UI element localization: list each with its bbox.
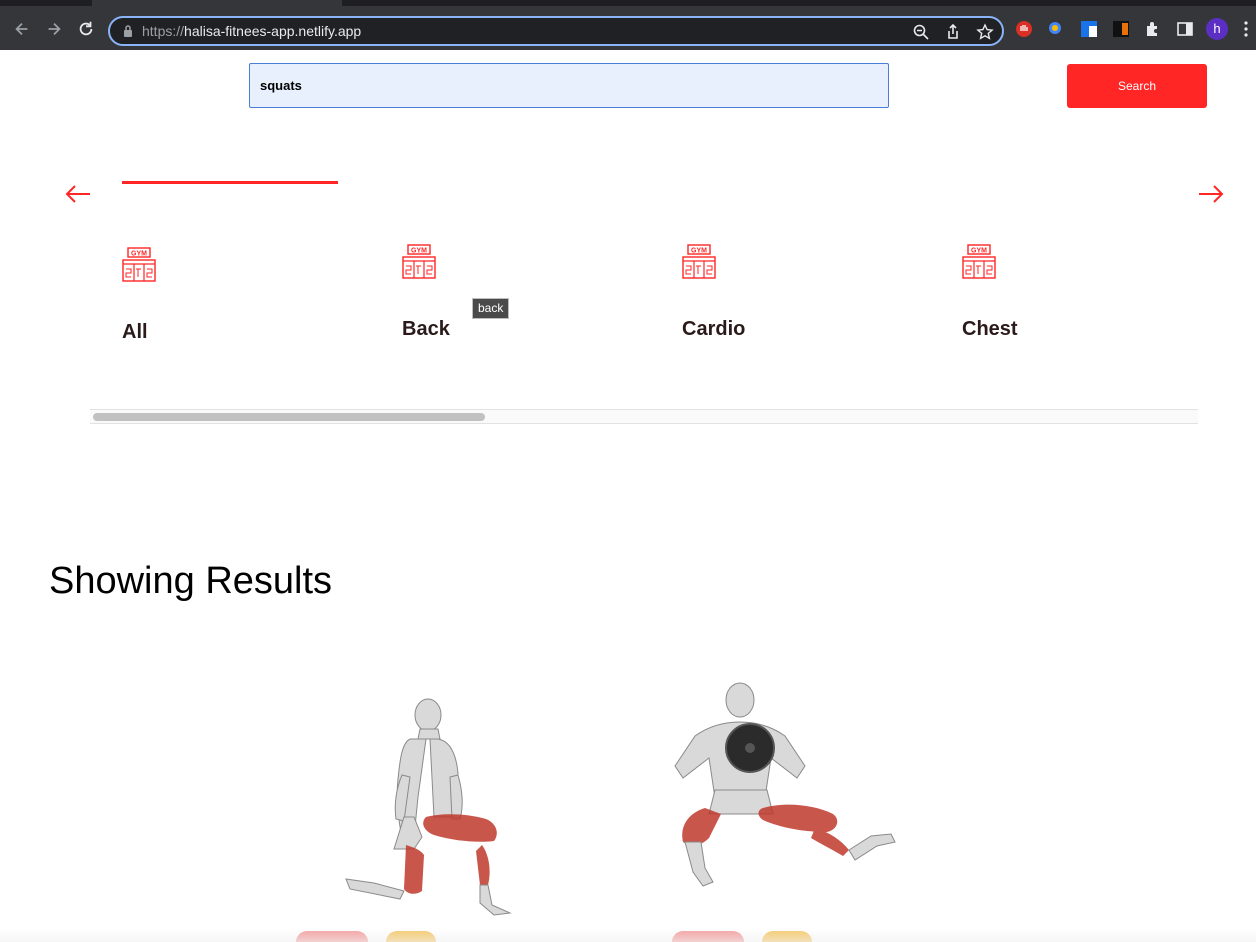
extension-lighthouse-icon[interactable] (1112, 20, 1130, 38)
extensions-puzzle-icon[interactable] (1144, 20, 1162, 38)
zoom-icon[interactable] (912, 23, 930, 41)
bottom-fade (0, 928, 1256, 942)
scroll-left-arrow-icon[interactable] (63, 180, 93, 208)
target-tag[interactable] (762, 931, 812, 942)
search-input[interactable] (249, 63, 889, 108)
category-label: Back (402, 318, 450, 340)
category-label: Chest (962, 318, 1018, 340)
browser-menu-icon[interactable] (1241, 20, 1251, 38)
reload-icon[interactable] (76, 19, 96, 39)
category-card-chest[interactable]: GYM Chest (962, 244, 1162, 354)
lock-icon (124, 25, 132, 37)
forward-icon[interactable] (44, 19, 64, 39)
scrollbar-thumb[interactable] (93, 413, 485, 421)
active-category-indicator (122, 181, 338, 184)
hover-tooltip: back (472, 298, 510, 319)
body-part-tag[interactable] (296, 931, 368, 942)
extension-translate-icon[interactable] (1080, 20, 1098, 38)
svg-text:GYM: GYM (131, 251, 147, 258)
gym-icon: GYM (962, 244, 996, 279)
category-label: Cardio (682, 318, 746, 340)
scroll-right-arrow-icon[interactable] (1196, 180, 1226, 208)
svg-text:GYM: GYM (971, 248, 987, 255)
side-panel-icon[interactable] (1176, 20, 1194, 38)
share-icon[interactable] (944, 23, 962, 41)
target-tag[interactable] (386, 931, 436, 942)
results-heading: Showing Results (49, 560, 333, 602)
exercise-image-kneeling-lunge[interactable] (340, 695, 520, 917)
category-label: All (122, 321, 148, 343)
back-icon[interactable] (12, 19, 32, 39)
category-card-all[interactable]: GYM All (122, 247, 322, 357)
profile-avatar[interactable]: h (1206, 18, 1228, 40)
url-text: https://halisa-fitnees-app.netlify.app (142, 23, 362, 39)
browser-toolbar: https://halisa-fitnees-app.netlify.app h (0, 6, 1256, 50)
category-card-cardio[interactable]: GYM Cardio (682, 244, 882, 354)
gym-icon: GYM (122, 247, 156, 282)
bookmark-star-icon[interactable] (976, 23, 994, 41)
gym-icon: GYM (682, 244, 716, 279)
horizontal-scrollbar[interactable] (90, 409, 1198, 424)
svg-text:GYM: GYM (691, 248, 707, 255)
gym-icon: GYM (402, 244, 436, 279)
extension-adblock-icon[interactable] (1015, 20, 1033, 38)
address-bar[interactable]: https://halisa-fitnees-app.netlify.app (108, 16, 1004, 46)
search-button[interactable]: Search (1067, 64, 1207, 108)
body-part-tag[interactable] (672, 931, 744, 942)
svg-text:GYM: GYM (411, 248, 427, 255)
exercise-image-side-squat-plate[interactable] (665, 680, 900, 892)
extension-lens-icon[interactable] (1047, 20, 1065, 38)
